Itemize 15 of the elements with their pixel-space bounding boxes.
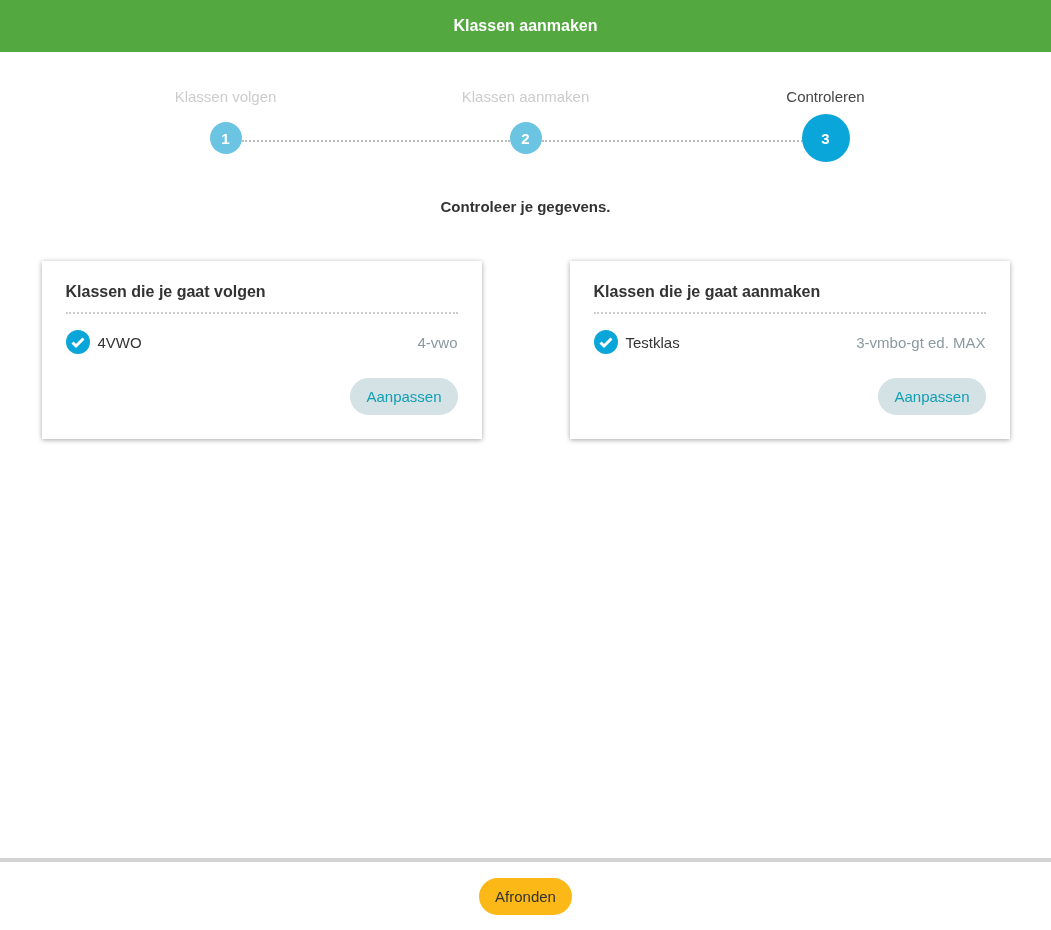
step-label: Controleren	[786, 88, 865, 106]
card-title: Klassen die je gaat aanmaken	[593, 283, 986, 314]
class-level: 4-vwo	[417, 333, 458, 351]
step-number[interactable]: 3	[801, 114, 850, 162]
class-name: 4VWO	[97, 333, 143, 351]
edit-button[interactable]: Aanpassen	[350, 378, 458, 415]
edit-button[interactable]: Aanpassen	[878, 378, 986, 415]
card-title: Klassen die je gaat volgen	[65, 283, 458, 314]
step-number[interactable]: 2	[509, 122, 542, 154]
page-heading: Controleer je gegevens.	[440, 198, 611, 215]
finish-button[interactable]: Afronden	[479, 877, 572, 915]
class-level: 3-vmbo-gt ed. MAX	[856, 333, 986, 351]
class-name: Testklas	[625, 333, 681, 351]
step-number[interactable]: 1	[209, 122, 242, 154]
window-title: Klassen aanmaken	[453, 17, 598, 35]
